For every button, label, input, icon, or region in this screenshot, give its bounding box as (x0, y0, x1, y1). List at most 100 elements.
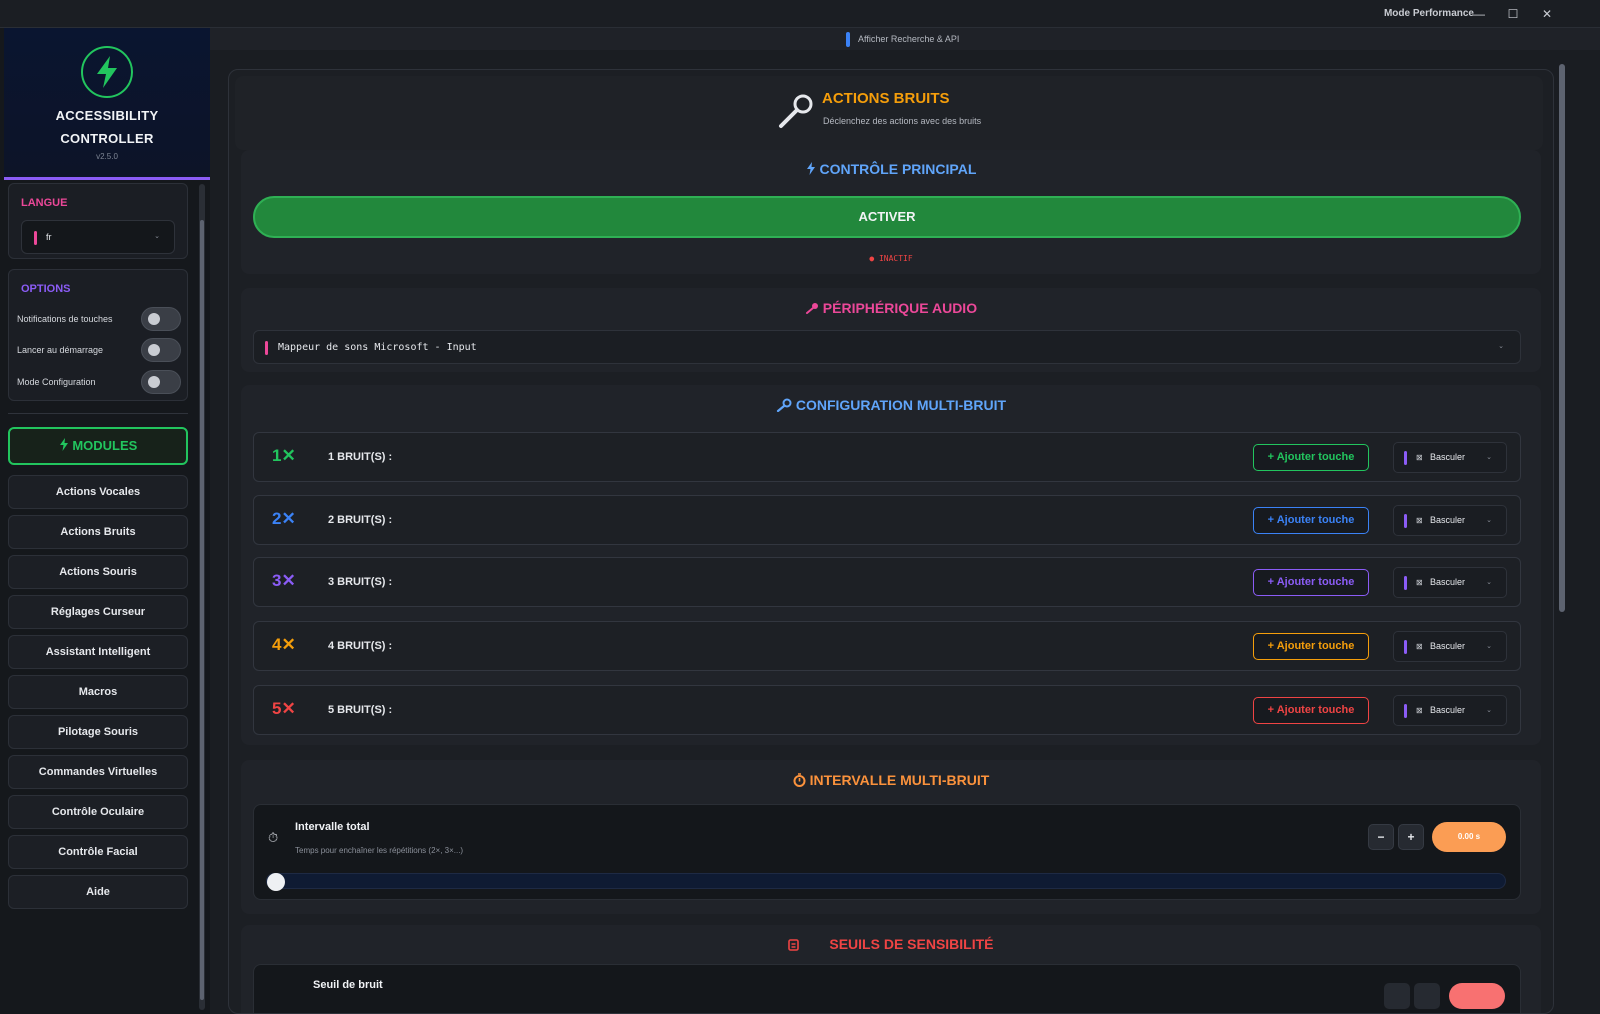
gauge-icon (788, 936, 800, 952)
select-accent-bar (34, 231, 37, 245)
add-key-button[interactable]: + Ajouter touche (1253, 444, 1369, 471)
mode-select[interactable]: ⊠ Basculer ⌄ (1393, 631, 1507, 662)
toggle-mode-icon: ⊠ (1416, 516, 1423, 525)
launch-startup-toggle[interactable] (141, 338, 181, 362)
interval-slider[interactable] (266, 873, 1506, 891)
module-actions-souris[interactable]: Actions Souris (8, 555, 188, 589)
main-panel: ACTIONS BRUITS Déclenchez des actions av… (228, 69, 1554, 1014)
chevron-down-icon: ⌄ (1486, 517, 1492, 524)
noise-row-label: 1 BRUIT(S) : (328, 451, 393, 463)
modules-header[interactable]: MODULES (8, 427, 188, 465)
minimize-button[interactable]: — (1464, 4, 1494, 24)
mode-select[interactable]: ⊠ Basculer ⌄ (1393, 442, 1507, 473)
lightning-icon (59, 438, 73, 453)
interval-title: INTERVALLE MULTI-BRUIT (241, 772, 1541, 788)
mode-select[interactable]: ⊠ Basculer ⌄ (1393, 695, 1507, 726)
main-control-title: CONTRÔLE PRINCIPAL (241, 161, 1541, 177)
toggle-mode-icon: ⊠ (1416, 578, 1423, 587)
language-select[interactable]: fr ⌄ (21, 220, 175, 254)
chevron-down-icon: ⌄ (1486, 643, 1492, 650)
threshold-card: Seuil de bruit (253, 964, 1521, 1013)
add-key-button[interactable]: + Ajouter touche (1253, 569, 1369, 596)
microphone-icon (805, 300, 819, 316)
brand-name-line2: CONTROLLER (60, 131, 154, 146)
module-controle-oculaire[interactable]: Contrôle Oculaire (8, 795, 188, 829)
select-accent-bar (265, 341, 268, 355)
chevron-down-icon: ⌄ (1486, 454, 1492, 461)
option-label: Lancer au démarrage (17, 345, 104, 355)
option-launch-startup: Lancer au démarrage (17, 338, 181, 362)
mode-select[interactable]: ⊠ Basculer ⌄ (1393, 505, 1507, 536)
top-strip: Afficher Recherche & API (210, 28, 1600, 50)
options-panel: OPTIONS Notifications de touches Lancer … (8, 269, 188, 401)
option-config-mode: Mode Configuration (17, 370, 181, 394)
main-scrollbar[interactable] (1558, 58, 1566, 1014)
mode-select[interactable]: ⊠ Basculer ⌄ (1393, 567, 1507, 598)
lightning-logo-icon (81, 46, 133, 98)
noise-row-2: 2✕ 2 BRUIT(S) : + Ajouter touche ⊠ Bascul… (253, 495, 1521, 545)
multi-noise-title: CONFIGURATION MULTI-BRUIT (241, 397, 1541, 413)
noise-row-1: 1✕ 1 BRUIT(S) : + Ajouter touche ⊠ Bascul… (253, 432, 1521, 482)
mode-value: Basculer (1430, 452, 1466, 462)
add-key-button[interactable]: + Ajouter touche (1253, 633, 1369, 660)
page-header: ACTIONS BRUITS Déclenchez des actions av… (235, 76, 1543, 150)
maximize-button[interactable]: ☐ (1498, 4, 1528, 24)
language-panel: LANGUE fr ⌄ (8, 183, 188, 259)
mode-value: Basculer (1430, 577, 1466, 587)
chevron-down-icon: ⌄ (1486, 579, 1492, 586)
app-version: v2.5.0 (96, 152, 118, 161)
module-actions-bruits[interactable]: Actions Bruits (8, 515, 188, 549)
toggle-mode-icon: ⊠ (1416, 706, 1423, 715)
module-aide[interactable]: Aide (8, 875, 188, 909)
section-title-text: INTERVALLE MULTI-BRUIT (809, 772, 990, 788)
module-macros[interactable]: Macros (8, 675, 188, 709)
increment-button[interactable] (1414, 983, 1440, 1009)
module-assistant-intelligent[interactable]: Assistant Intelligent (8, 635, 188, 669)
language-value: fr (46, 232, 52, 242)
add-key-button[interactable]: + Ajouter touche (1253, 697, 1369, 724)
brand-header: ACCESSIBILITY CONTROLLER v2.5.0 (4, 28, 210, 180)
module-commandes-virtuelles[interactable]: Commandes Virtuelles (8, 755, 188, 789)
noise-count: 2✕ (272, 509, 296, 528)
mode-value: Basculer (1430, 515, 1466, 525)
sidebar-scrollbar[interactable] (199, 184, 205, 1010)
config-mode-toggle[interactable] (141, 370, 181, 394)
scrollbar-thumb[interactable] (200, 220, 204, 1000)
option-label: Notifications de touches (17, 314, 113, 324)
mode-performance-label[interactable]: Mode Performance (1384, 8, 1474, 19)
chevron-down-icon: ⌄ (1498, 343, 1504, 350)
module-reglages-curseur[interactable]: Réglages Curseur (8, 595, 188, 629)
options-heading: OPTIONS (21, 283, 71, 295)
decrement-button[interactable]: − (1368, 824, 1394, 850)
option-notifications: Notifications de touches (17, 307, 181, 331)
close-button[interactable]: ✕ (1532, 4, 1562, 24)
slider-handle[interactable] (267, 873, 285, 891)
audio-device-value: Mappeur de sons Microsoft - Input (278, 342, 477, 353)
sensitivity-title: SEUILS DE SENSIBILITÉ (241, 936, 1541, 952)
add-key-button[interactable]: + Ajouter touche (1253, 507, 1369, 534)
sensitivity-section: SEUILS DE SENSIBILITÉ Seuil de bruit (241, 925, 1541, 1013)
decrement-button[interactable] (1384, 983, 1410, 1009)
audio-device-select[interactable]: Mappeur de sons Microsoft - Input ⌄ (253, 330, 1521, 364)
section-title-text: CONTRÔLE PRINCIPAL (819, 161, 977, 177)
module-pilotage-souris[interactable]: Pilotage Souris (8, 715, 188, 749)
interval-label: Intervalle total (295, 821, 370, 833)
noise-count: 3✕ (272, 571, 296, 590)
stopwatch-icon: ⏱ (268, 830, 279, 845)
sidebar-divider (8, 413, 188, 414)
toggle-indicator[interactable] (846, 32, 850, 47)
module-actions-vocales[interactable]: Actions Vocales (8, 475, 188, 509)
notifications-toggle[interactable] (141, 307, 181, 331)
main-control-section: CONTRÔLE PRINCIPAL ACTIVER ● INACTIF (241, 150, 1541, 274)
modules-label: MODULES (72, 438, 138, 453)
activate-button[interactable]: ACTIVER (253, 196, 1521, 238)
noise-row-3: 3✕ 3 BRUIT(S) : + Ajouter touche ⊠ Bascul… (253, 557, 1521, 607)
brand-name-line1: ACCESSIBILITY (55, 108, 159, 123)
show-search-api-toggle[interactable]: Afficher Recherche & API (858, 34, 959, 44)
stopwatch-icon (793, 772, 806, 788)
increment-button[interactable]: + (1398, 824, 1424, 850)
option-label: Mode Configuration (17, 377, 96, 387)
scrollbar-thumb[interactable] (1559, 64, 1565, 612)
module-controle-facial[interactable]: Contrôle Facial (8, 835, 188, 869)
mode-value: Basculer (1430, 705, 1466, 715)
